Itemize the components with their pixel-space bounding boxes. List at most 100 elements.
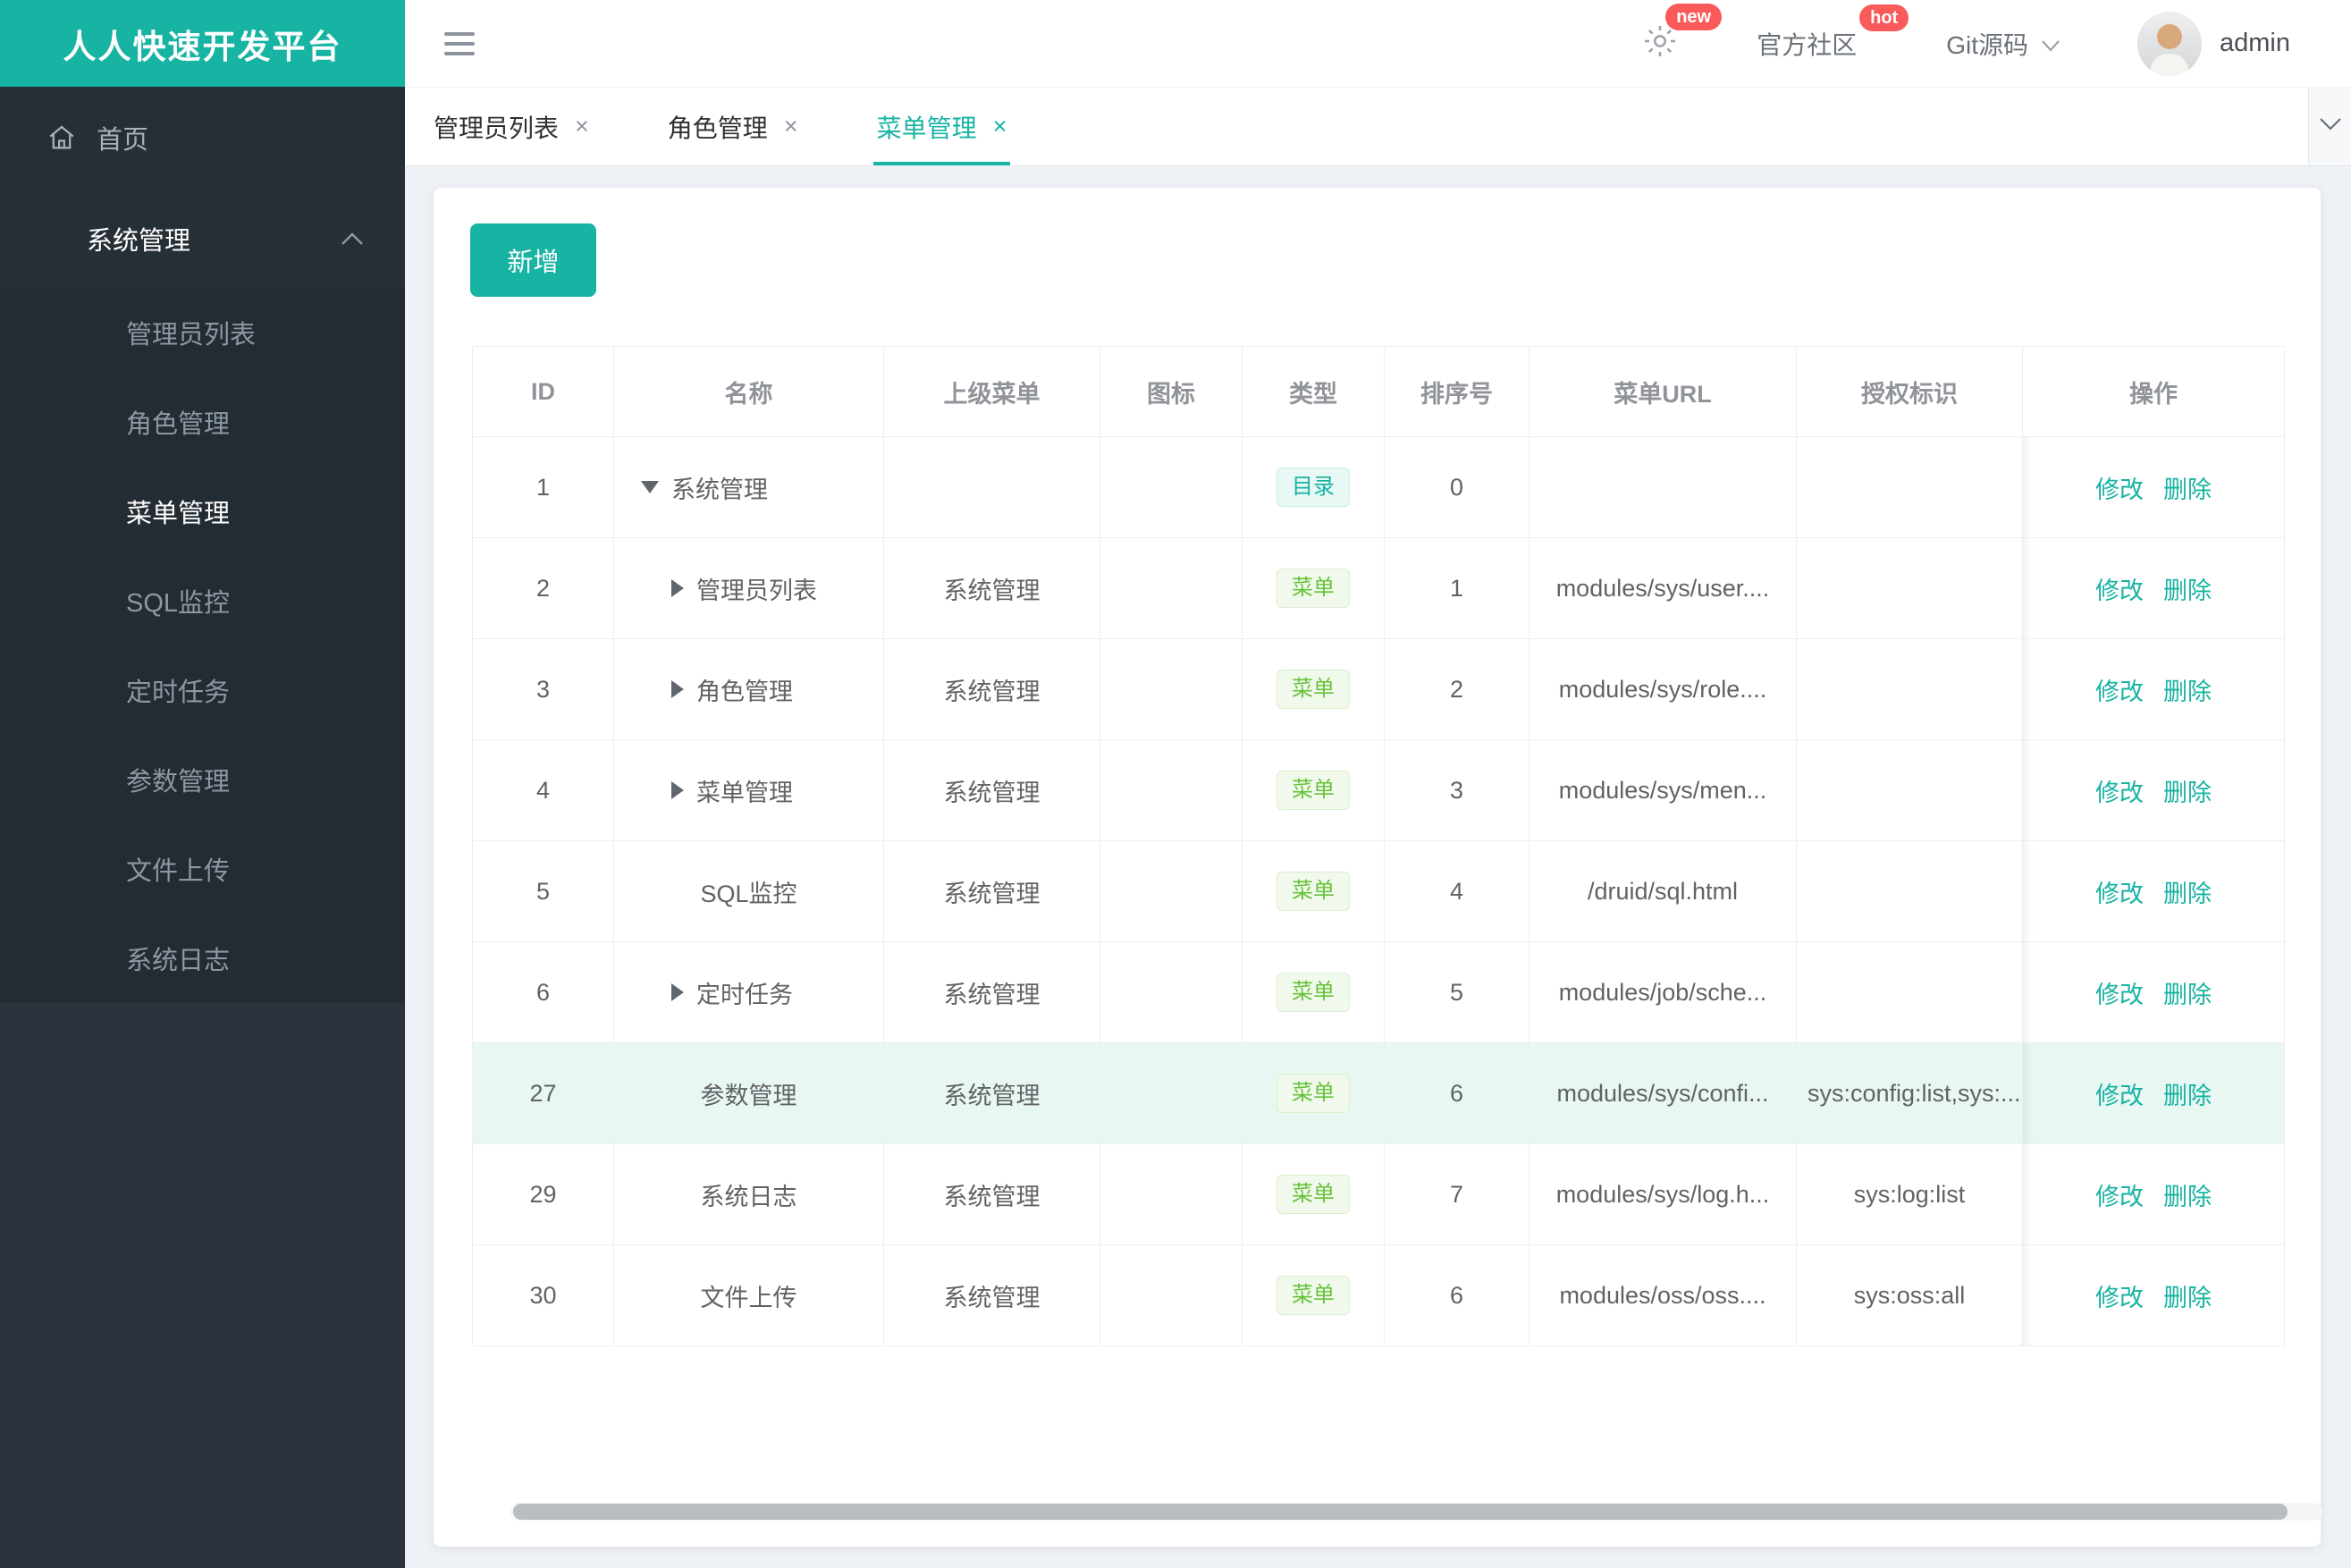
sidebar-item-管理员列表[interactable]: 管理员列表 (0, 288, 405, 377)
table-row: 30 文件上传 系统管理 菜单 6 modules/oss/oss.... sys:oss:… (472, 1244, 2285, 1346)
expand-arrow-icon[interactable] (671, 579, 684, 597)
settings-gear-button[interactable]: new (1642, 4, 1723, 63)
sidebar-group-system-management[interactable]: 系统管理 (0, 189, 405, 288)
delete-link[interactable]: 删除 (2163, 780, 2212, 806)
cell-order: 0 (1384, 436, 1529, 538)
tab-label: 角色管理 (667, 114, 768, 142)
cell-order: 1 (1384, 537, 1529, 639)
hot-badge: hot (1859, 4, 1909, 31)
tab-close-icon[interactable]: × (993, 113, 1007, 140)
cell-parent-menu: 系统管理 (883, 638, 1100, 740)
type-tag: 目录 (1277, 468, 1350, 507)
sidebar-submenu: 管理员列表角色管理菜单管理 SQL监控 定时任务参数管理文件上传 系统日志 (0, 288, 405, 1003)
cell-id: 4 (472, 739, 614, 841)
delete-link[interactable]: 删除 (2163, 982, 2212, 1008)
sidebar-item-label: 参数管理 (126, 768, 231, 797)
cell-name: 角色管理 (613, 638, 884, 740)
sidebar-item-菜单管理[interactable]: 菜单管理 (0, 467, 405, 556)
cell-menu-url: modules/job/sche... (1529, 941, 1797, 1043)
table-row: 29 系统日志 系统管理 菜单 7 modules/sys/log.h... sys:log… (472, 1143, 2285, 1245)
edit-link[interactable]: 修改 (2095, 1083, 2144, 1109)
sidebar-item-参数管理[interactable]: 参数管理 (0, 735, 405, 824)
username-label[interactable]: admin (2220, 29, 2290, 58)
sidebar-item-系统日志[interactable]: 系统日志 (0, 914, 405, 1003)
sidebar-item-label: 角色管理 (126, 410, 231, 439)
menu-name-label: SQL监控 (700, 880, 797, 907)
edit-link[interactable]: 修改 (2095, 881, 2144, 907)
horizontal-scrollbar[interactable] (510, 1503, 2322, 1521)
cell-type: 菜单 (1242, 1143, 1385, 1245)
scrollbar-thumb[interactable] (513, 1504, 2288, 1520)
cell-icon (1100, 1042, 1243, 1144)
name-wrap: 角色管理 (625, 672, 872, 707)
edit-link[interactable]: 修改 (2095, 1285, 2144, 1311)
edit-link[interactable]: 修改 (2095, 982, 2144, 1008)
edit-link[interactable]: 修改 (2095, 780, 2144, 806)
cell-auth-flag (1796, 941, 2023, 1043)
sidebar: 人人快速开发平台 首页 系统管理 管理员列表角色管理菜单管理 SQL监控 定时任务参… (0, 0, 405, 1568)
tabs-more-button[interactable] (2308, 88, 2351, 165)
delete-link[interactable]: 删除 (2163, 881, 2212, 907)
delete-link[interactable]: 删除 (2163, 1184, 2212, 1210)
cell-type: 菜单 (1242, 537, 1385, 639)
sidebar-item-home[interactable]: 首页 (0, 87, 405, 189)
cell-menu-url: modules/sys/log.h... (1529, 1143, 1797, 1245)
cell-name: SQL监控 (613, 840, 884, 942)
tab-close-icon[interactable]: × (784, 113, 798, 140)
cell-type: 菜单 (1242, 941, 1385, 1043)
user-avatar[interactable] (2137, 11, 2202, 76)
edit-link[interactable]: 修改 (2095, 679, 2144, 705)
delete-link[interactable]: 删除 (2163, 1285, 2212, 1311)
official-community-link[interactable]: 官方社区 hot (1757, 4, 1909, 62)
cell-id: 5 (472, 840, 614, 942)
collapse-arrow-icon[interactable] (641, 481, 659, 493)
cell-name: 系统管理 (613, 436, 884, 538)
table-header-row: ID 名称 上级菜单 图标 类型 排序号 菜单URL 授权标识 操作 (472, 346, 2285, 437)
git-source-dropdown[interactable]: Git源码 (1946, 26, 2060, 62)
new-badge: new (1665, 4, 1723, 30)
tab-close-icon[interactable]: × (575, 113, 589, 140)
menu-name-label: 定时任务 (696, 981, 793, 1008)
delete-link[interactable]: 删除 (2163, 577, 2212, 604)
cell-actions: 修改 删除 (2022, 1042, 2285, 1144)
sidebar-item-label: 菜单管理 (126, 500, 231, 528)
edit-link[interactable]: 修改 (2095, 577, 2144, 604)
sidebar-item-SQL监控[interactable]: SQL监控 (0, 556, 405, 645)
home-icon (46, 122, 77, 153)
delete-link[interactable]: 删除 (2163, 1083, 2212, 1109)
delete-link[interactable]: 删除 (2163, 679, 2212, 705)
cell-name: 管理员列表 (613, 537, 884, 639)
edit-link[interactable]: 修改 (2095, 476, 2144, 503)
sidebar-item-定时任务[interactable]: 定时任务 (0, 645, 405, 735)
name-wrap: 系统管理 (625, 470, 872, 505)
tab-角色管理[interactable]: 角色管理 × (668, 88, 798, 165)
sidebar-toggle-hamburger-icon[interactable] (444, 31, 475, 55)
delete-link[interactable]: 删除 (2163, 476, 2212, 503)
expand-arrow-icon[interactable] (671, 781, 684, 799)
expand-arrow-icon[interactable] (671, 983, 684, 1001)
tab-菜单管理[interactable]: 菜单管理 × (872, 88, 1011, 165)
cell-type: 菜单 (1242, 1042, 1385, 1144)
table-row: 1 系统管理 目录 0 修改 删除 (472, 436, 2285, 538)
cell-id: 30 (472, 1244, 614, 1346)
app-logo-title: 人人快速开发平台 (0, 0, 405, 87)
cell-id: 29 (472, 1143, 614, 1245)
tab-管理员列表[interactable]: 管理员列表 × (434, 88, 589, 165)
chevron-up-icon (341, 223, 364, 253)
expand-arrow-icon[interactable] (671, 680, 684, 698)
cell-parent-menu: 系统管理 (883, 739, 1100, 841)
edit-link[interactable]: 修改 (2095, 1184, 2144, 1210)
cell-order: 2 (1384, 638, 1529, 740)
menu-name-label: 角色管理 (696, 678, 793, 705)
add-button[interactable]: 新增 (470, 223, 596, 297)
sidebar-item-文件上传[interactable]: 文件上传 (0, 824, 405, 914)
name-wrap: 定时任务 (625, 975, 872, 1010)
name-wrap: 菜单管理 (625, 773, 872, 808)
name-wrap: SQL监控 (625, 874, 872, 909)
cell-name: 参数管理 (613, 1042, 884, 1144)
content-card: 新增 ID 名称 上级菜单 图标 类型 排序号 菜单URL 授权标识 操作 1 系统管理 目录 0 修改… (434, 188, 2322, 1547)
sidebar-item-角色管理[interactable]: 角色管理 (0, 377, 405, 467)
cell-menu-url: modules/sys/user.... (1529, 537, 1797, 639)
topbar-right: new 官方社区 hot Git源码 admin (1642, 4, 2290, 76)
type-tag: 菜单 (1277, 1276, 1350, 1315)
